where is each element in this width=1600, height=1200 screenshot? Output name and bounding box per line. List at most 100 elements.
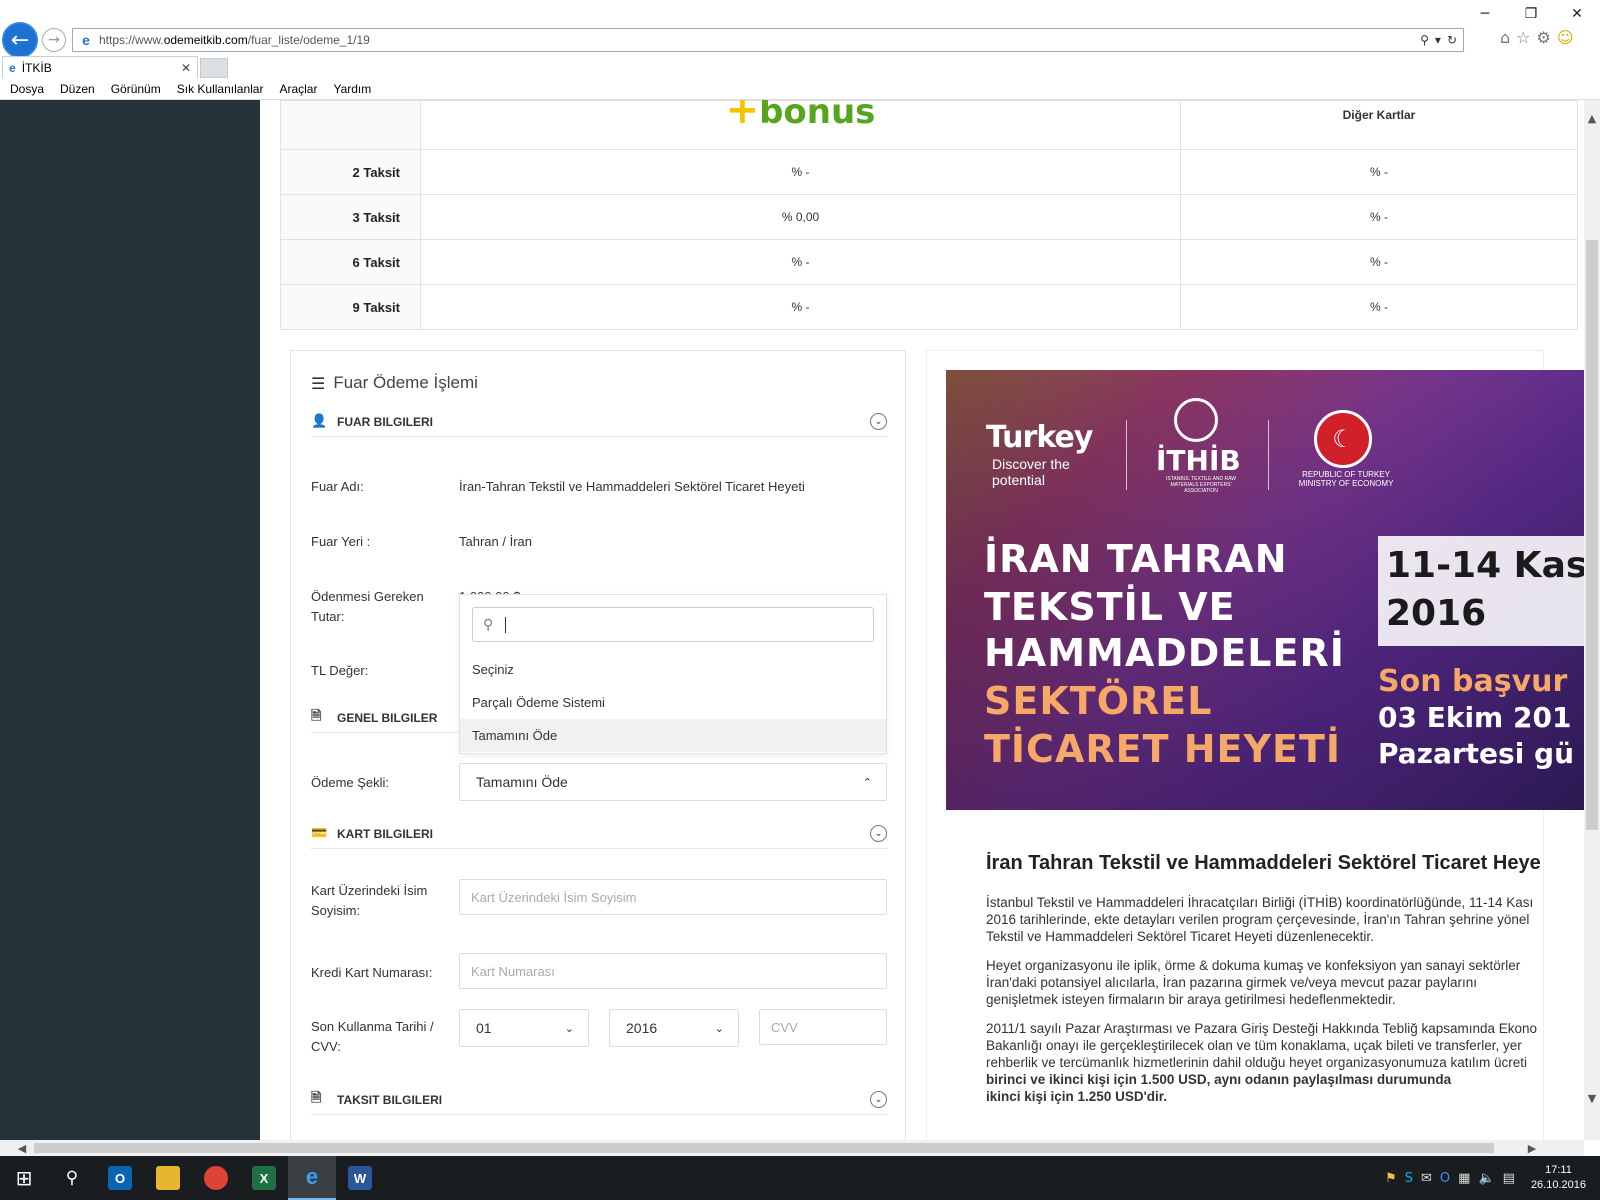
- installment-label: 6 Taksit: [280, 239, 421, 285]
- chevron-down-icon[interactable]: ⌄: [870, 1091, 887, 1108]
- credit-card-user-icon: 💳: [311, 826, 328, 841]
- news-paragraph: Heyet organizasyonu ile iplik, örme & do…: [986, 957, 1584, 1008]
- other-cards-header-cell: Diğer Kartlar: [1180, 100, 1578, 150]
- event-year: 2016: [1386, 593, 1487, 634]
- sidebar: [0, 100, 260, 1140]
- tray-network-icon[interactable]: ▦: [1458, 1171, 1470, 1186]
- payment-method-select[interactable]: Tamamını Öde ⌃: [459, 763, 887, 801]
- text-cursor: [505, 616, 507, 633]
- scrollbar-thumb[interactable]: [1586, 240, 1598, 830]
- news-line: birinci ve ikinci kişi için 1.500 USD, a…: [986, 1072, 1452, 1087]
- news-line: Bakanlığı onayı ile gerçekleştirilecek o…: [986, 1038, 1522, 1053]
- tray-mail-icon[interactable]: ✉: [1421, 1171, 1432, 1186]
- chevron-down-icon[interactable]: ⌄: [870, 825, 887, 842]
- dropdown-option[interactable]: Seçiniz: [460, 653, 886, 686]
- search-icon[interactable]: ⚲: [1420, 33, 1429, 47]
- dropdown-search-input[interactable]: ⚲: [472, 607, 874, 642]
- taskbar-excel[interactable]: X: [240, 1156, 288, 1200]
- favorites-star-icon[interactable]: ☆: [1516, 28, 1530, 47]
- menu-item-file[interactable]: Dosya: [10, 82, 44, 96]
- scroll-left-icon[interactable]: ◀: [14, 1140, 30, 1156]
- taskbar-chrome[interactable]: [192, 1156, 240, 1200]
- turkey-logo: Turkey: [986, 420, 1093, 455]
- minimize-icon[interactable]: ─: [1462, 0, 1508, 28]
- smiley-feedback-icon[interactable]: ☺: [1557, 28, 1574, 47]
- tray-outlook-icon[interactable]: O: [1440, 1171, 1450, 1186]
- tray-notification-icon[interactable]: ▤: [1503, 1171, 1515, 1186]
- event-dates: 11-14 Kası 2016: [1386, 542, 1584, 638]
- other-rate: % -: [1180, 194, 1578, 240]
- panel-title-text: Fuar Ödeme İşlemi: [333, 373, 478, 392]
- menu-item-tools[interactable]: Araçlar: [279, 82, 317, 96]
- section-taksit-title: TAKSIT BILGILERI: [337, 1092, 443, 1107]
- menu-item-view[interactable]: Görünüm: [111, 82, 161, 96]
- section-fuar-header[interactable]: 👤 FUAR BILGILERI ⌄: [311, 407, 887, 437]
- address-bar[interactable]: e https://www.odemeitkib.com/fuar_liste/…: [72, 28, 1464, 52]
- table-header-cell: [280, 100, 421, 150]
- url-text[interactable]: https://www.odemeitkib.com/fuar_liste/od…: [99, 33, 1420, 47]
- list-icon: ☰: [311, 373, 326, 393]
- section-taksit-header[interactable]: 🗎 TAKSIT BILGILERI ⌄: [311, 1085, 887, 1115]
- tab-title: İTKİB: [21, 60, 52, 75]
- dropdown-option-selected[interactable]: Tamamını Öde: [460, 719, 886, 752]
- taskbar-explorer[interactable]: [144, 1156, 192, 1200]
- expiry-year-select[interactable]: 2016 ⌄: [609, 1009, 739, 1047]
- ithib-subtitle: ISTANBUL TEXTILE AND RAW MATERIALS EXPOR…: [1165, 476, 1236, 494]
- menu-item-favorites[interactable]: Sık Kullanılanlar: [177, 82, 264, 96]
- clock-date: 26.10.2016: [1530, 1179, 1586, 1191]
- tab-close-icon[interactable]: ✕: [181, 61, 191, 75]
- menu-item-edit[interactable]: Düzen: [60, 82, 95, 96]
- installment-label: 2 Taksit: [280, 149, 421, 195]
- chrome-icon: [204, 1166, 228, 1190]
- card-name-input[interactable]: Kart Üzerindeki İsim Soyisim: [459, 879, 887, 915]
- taskbar-word[interactable]: W: [336, 1156, 384, 1200]
- settings-gear-icon[interactable]: ⚙: [1537, 28, 1551, 47]
- home-icon[interactable]: ⌂: [1500, 28, 1510, 47]
- ministry-name: REPUBLIC OF TURKEY MINISTRY OF ECONOMY: [1298, 470, 1394, 488]
- deadline-heading: Son başvur: [1378, 664, 1568, 699]
- banner-title-line: İRAN TAHRAN: [984, 537, 1288, 581]
- chevron-down-icon: ⌄: [714, 1021, 724, 1035]
- restore-icon[interactable]: ❐: [1508, 0, 1554, 28]
- scroll-down-icon[interactable]: ▼: [1584, 1090, 1600, 1106]
- dropdown-option[interactable]: Parçalı Ödeme Sistemi: [460, 686, 886, 719]
- windows-start-icon[interactable]: ⊞: [0, 1156, 48, 1200]
- chevron-down-icon[interactable]: ⌄: [870, 413, 887, 430]
- banner-title-line: SEKTÖREL: [984, 679, 1213, 723]
- user-icon: 👤: [311, 414, 328, 429]
- other-cards-header: Diğer Kartlar: [1342, 108, 1416, 122]
- scrollbar-thumb[interactable]: [34, 1143, 1494, 1153]
- tray-flag-icon[interactable]: ⚑: [1385, 1171, 1397, 1186]
- outlook-icon: O: [108, 1166, 132, 1190]
- deadline-date: 03 Ekim 201 Pazartesi gü: [1378, 700, 1574, 772]
- forward-button[interactable]: →: [42, 28, 66, 52]
- new-tab-button[interactable]: [200, 58, 228, 78]
- scroll-right-icon[interactable]: ▶: [1524, 1140, 1540, 1156]
- tray-volume-icon[interactable]: 🔈: [1478, 1171, 1494, 1186]
- tray-skype-icon[interactable]: S: [1405, 1171, 1413, 1186]
- deadline-date-line: 03 Ekim 201: [1378, 701, 1572, 734]
- tab-row: e İTKİB ✕: [0, 56, 1600, 78]
- close-icon[interactable]: ✕: [1554, 0, 1600, 28]
- back-button[interactable]: ←: [2, 22, 38, 58]
- taskbar-internet-explorer[interactable]: e: [288, 1156, 336, 1200]
- refresh-icon[interactable]: ↻: [1447, 33, 1457, 47]
- menu-item-help[interactable]: Yardım: [333, 82, 371, 96]
- expiry-month-select[interactable]: 01 ⌄: [459, 1009, 589, 1047]
- section-fuar-title: FUAR BILGILERI: [337, 414, 433, 429]
- vertical-scrollbar[interactable]: ▲ ▼: [1584, 100, 1600, 1140]
- word-icon: W: [348, 1166, 372, 1190]
- search-icon[interactable]: ⚲: [48, 1156, 96, 1200]
- taskbar-clock[interactable]: 17:11 26.10.2016: [1523, 1163, 1594, 1193]
- section-kart-header[interactable]: 💳 KART BILGILERI ⌄: [311, 819, 887, 849]
- browser-tab[interactable]: e İTKİB ✕: [2, 56, 198, 78]
- taskbar-outlook[interactable]: O: [96, 1156, 144, 1200]
- ie-page-icon: e: [82, 32, 90, 48]
- scroll-up-icon[interactable]: ▲: [1584, 110, 1600, 126]
- dropdown-icon[interactable]: ▾: [1435, 33, 1441, 47]
- card-number-input[interactable]: Kart Numarası: [459, 953, 887, 989]
- horizontal-scrollbar[interactable]: ◀ ▶: [0, 1140, 1584, 1156]
- cvv-input[interactable]: CVV: [759, 1009, 887, 1045]
- table-header-row: +bonus Diğer Kartlar: [280, 100, 1578, 150]
- fuar-name-value: İran-Tahran Tekstil ve Hammaddeleri Sekt…: [459, 479, 805, 494]
